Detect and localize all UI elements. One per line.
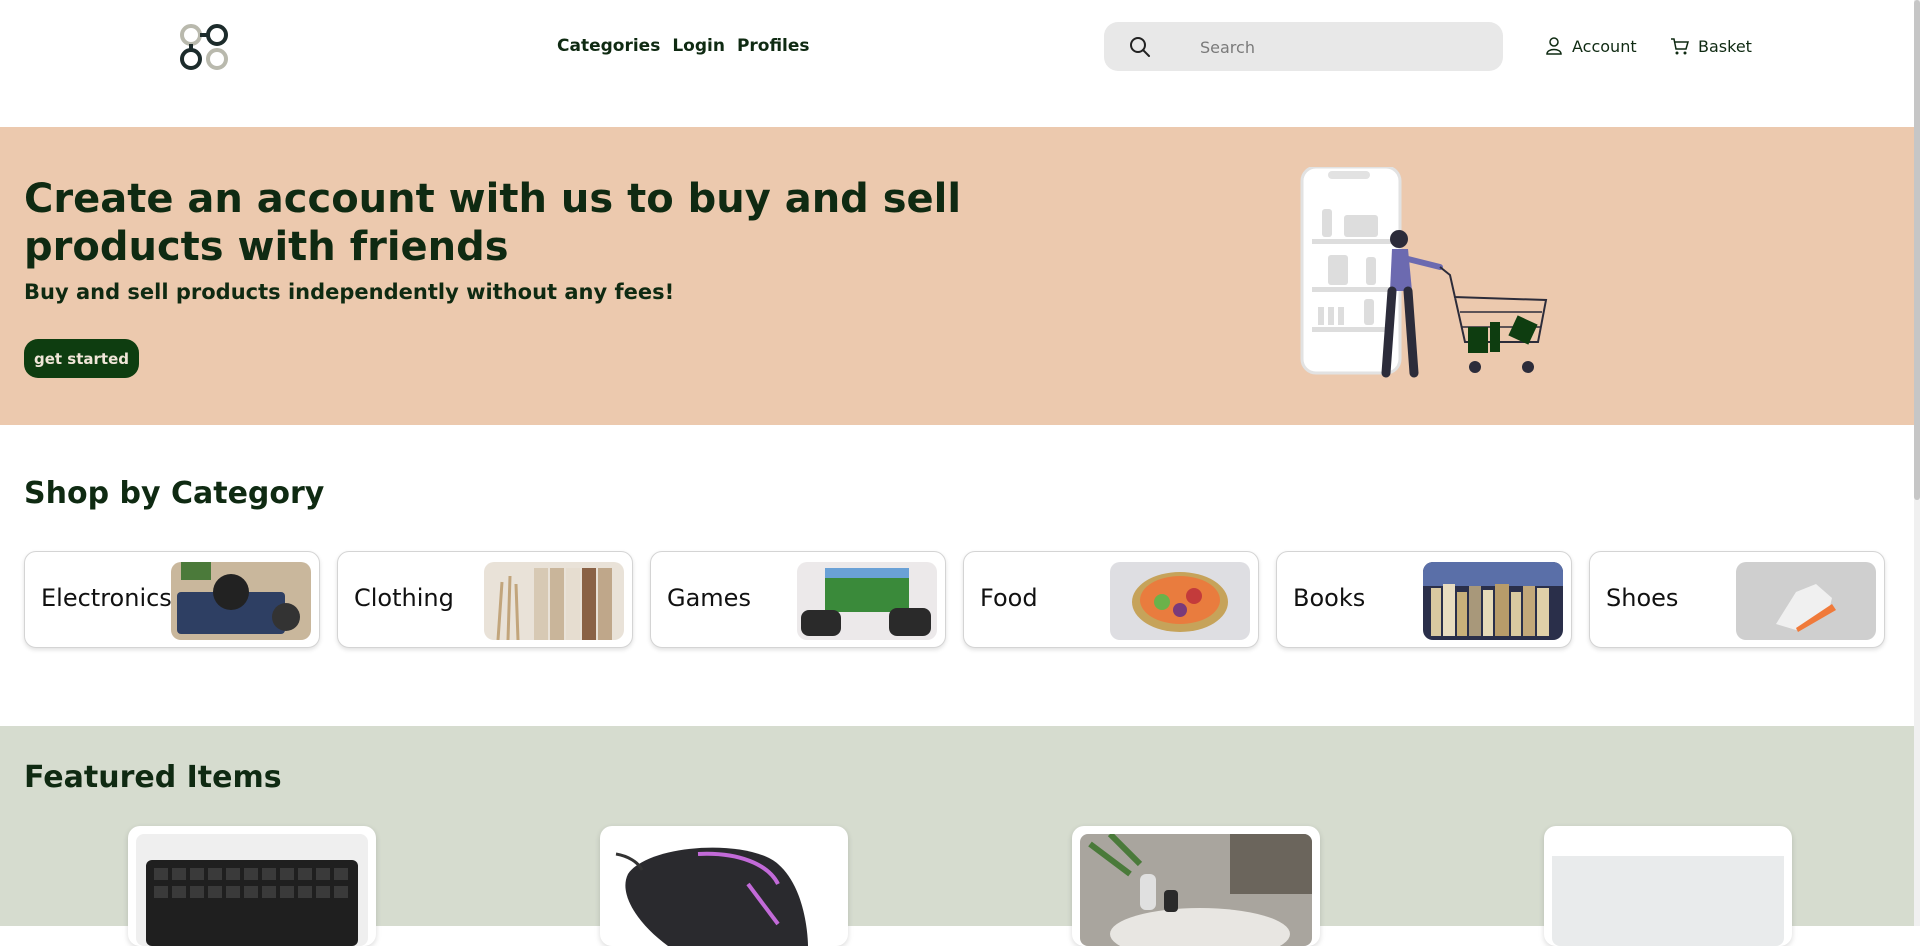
category-card-shoes[interactable]: Shoes	[1589, 551, 1885, 648]
sneaker-photo	[1736, 562, 1876, 640]
basket-label: Basket	[1698, 36, 1752, 56]
category-label: Games	[667, 584, 751, 612]
nav-categories[interactable]: Categories	[557, 36, 660, 56]
user-icon	[1546, 37, 1562, 55]
search-input[interactable]	[1198, 22, 1492, 73]
cart-icon	[1671, 38, 1689, 55]
category-label: Electronics	[41, 584, 172, 612]
search-bar	[1104, 22, 1503, 73]
clothing-rack-photo	[484, 562, 624, 640]
salad-bowl-photo	[1110, 562, 1250, 640]
category-label: Food	[980, 584, 1038, 612]
main-nav: Categories Login Profiles	[557, 36, 810, 56]
category-list: Electronics Clothing Games Food Books Sh…	[24, 551, 1885, 648]
category-label: Shoes	[1606, 584, 1679, 612]
nav-profiles[interactable]: Profiles	[737, 36, 810, 56]
featured-item-card[interactable]	[128, 826, 376, 946]
site-header: Categories Login Profiles Account Basket	[0, 0, 1920, 127]
account-label: Account	[1572, 36, 1637, 56]
category-label: Books	[1293, 584, 1366, 612]
category-card-games[interactable]: Games	[650, 551, 946, 648]
category-label: Clothing	[354, 584, 454, 612]
featured-item-card[interactable]	[600, 826, 848, 946]
bookshelf-photo	[1423, 562, 1563, 640]
coffee-table-photo	[1080, 834, 1312, 946]
hero-title: Create an account with us to buy and sel…	[24, 176, 962, 270]
gaming-mouse-photo	[608, 834, 840, 946]
categories-heading: Shop by Category	[24, 476, 325, 511]
category-card-books[interactable]: Books	[1276, 551, 1572, 648]
featured-heading: Featured Items	[24, 760, 282, 795]
featured-section: Featured Items	[0, 726, 1920, 946]
featured-item-card[interactable]	[1544, 826, 1792, 946]
category-card-food[interactable]: Food	[963, 551, 1259, 648]
category-card-electronics[interactable]: Electronics	[24, 551, 320, 648]
hero-subtitle: Buy and sell products independently with…	[24, 280, 675, 304]
hero-banner: Create an account with us to buy and sel…	[0, 127, 1920, 425]
account-link[interactable]: Account	[1544, 36, 1637, 56]
basket-link[interactable]: Basket	[1670, 36, 1752, 56]
logo-icon[interactable]	[178, 22, 230, 72]
search-icon[interactable]	[1128, 35, 1152, 59]
category-card-clothing[interactable]: Clothing	[337, 551, 633, 648]
gaming-controllers-photo	[797, 562, 937, 640]
headphones-keyboard-photo	[171, 562, 311, 640]
shopping-illustration	[1300, 165, 1560, 382]
keyboard-photo	[136, 834, 368, 946]
nav-login[interactable]: Login	[672, 36, 725, 56]
get-started-button[interactable]: get started	[24, 339, 140, 378]
featured-item-card[interactable]	[1072, 826, 1320, 946]
placeholder-image	[1552, 834, 1784, 946]
scrollbar-thumb[interactable]	[1914, 0, 1920, 500]
